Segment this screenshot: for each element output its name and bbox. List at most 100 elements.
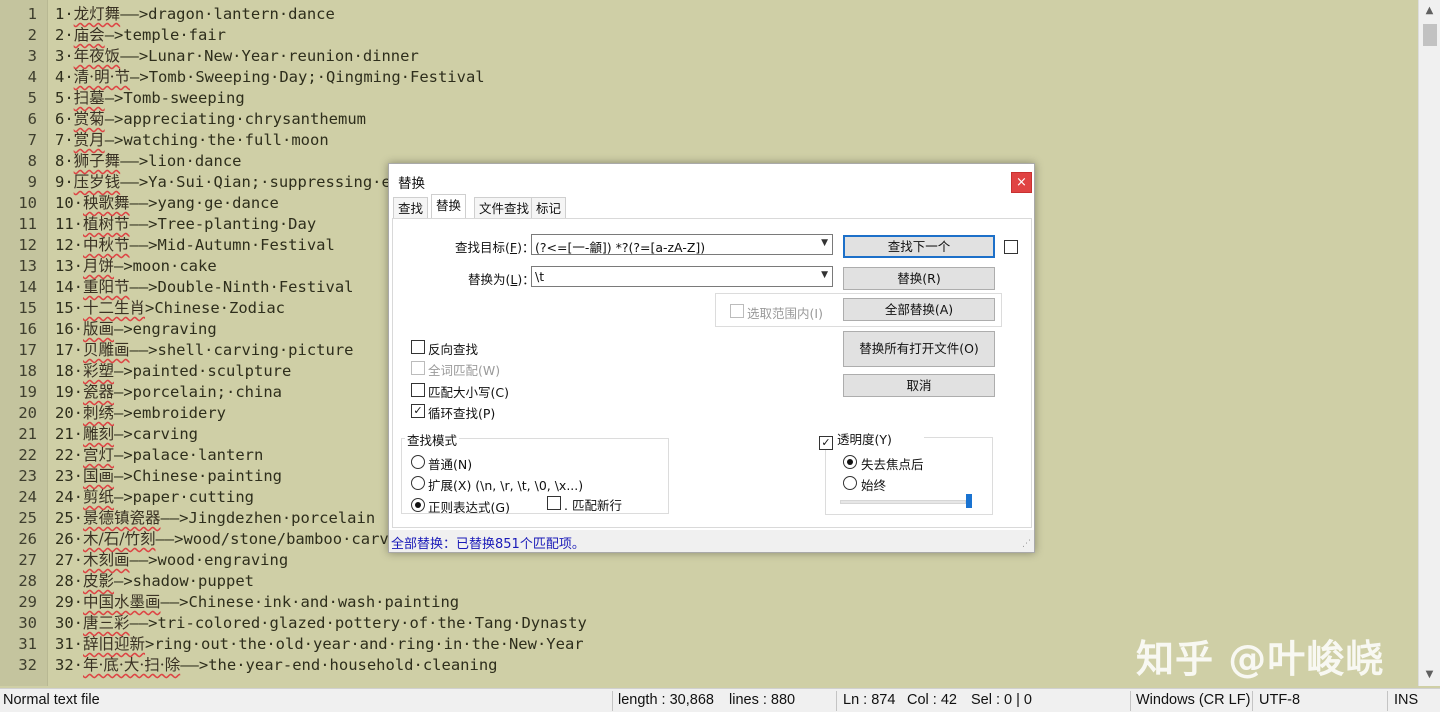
dot-matches-newline-checkbox[interactable] — [547, 496, 561, 510]
wrap-around-checkbox[interactable]: ✓ — [411, 404, 425, 418]
text-line[interactable]: 19·瓷器—>porcelain;·china — [55, 382, 282, 403]
english-translation: ——>shell·carving·picture — [129, 341, 354, 359]
dialog-title: 替换 — [398, 176, 425, 192]
text-line[interactable]: 5·扫墓—>Tomb-sweeping — [55, 88, 245, 109]
find-next-option-checkbox[interactable] — [1004, 240, 1018, 254]
line-number: 7 — [27, 131, 37, 149]
english-translation: —>Chinese·painting — [114, 467, 282, 485]
line-number: 25 — [18, 509, 37, 527]
chinese-term: 辞旧迎新 — [83, 635, 146, 653]
text-line[interactable]: 10·秧歌舞——>yang·ge·dance — [55, 193, 279, 214]
replace-all-open-docs-button[interactable]: 替换所有打开文件(O) — [843, 331, 995, 367]
text-line[interactable]: 12·中秋节——>Mid-Autumn·Festival — [55, 235, 335, 256]
replace-with-combo[interactable]: \t ▼ — [531, 266, 833, 287]
line-number: 3 — [27, 47, 37, 65]
chinese-term: 剪纸 — [83, 488, 115, 506]
line-index: 5· — [55, 89, 74, 107]
status-divider — [1387, 691, 1388, 711]
find-next-button[interactable]: 查找下一个 — [843, 235, 995, 258]
english-translation: —>shadow·puppet — [114, 572, 254, 590]
replace-with-input[interactable]: \t — [535, 269, 544, 284]
transparency-header: ✓ 透明度(Y) — [817, 429, 924, 450]
line-index: 18· — [55, 362, 83, 380]
backward-direction-checkbox[interactable] — [411, 340, 425, 354]
text-line[interactable]: 8·狮子舞——>lion·dance — [55, 151, 242, 172]
text-line[interactable]: 15·十二生肖>Chinese·Zodiac — [55, 298, 285, 319]
text-line[interactable]: 26·木/石/竹刻——>wood/stone/bamboo·carving — [55, 529, 417, 550]
text-line[interactable]: 18·彩塑—>painted·sculpture — [55, 361, 291, 382]
line-index: 3· — [55, 47, 74, 65]
line-index: 11· — [55, 215, 83, 233]
status-col: Col : 42 — [907, 692, 957, 708]
text-line[interactable]: 22·宫灯—>palace·lantern — [55, 445, 263, 466]
line-number: 12 — [18, 236, 37, 254]
search-mode-normal-radio[interactable] — [411, 455, 425, 469]
chinese-term: 十二生肖 — [83, 299, 146, 317]
text-line[interactable]: 3·年夜饭——>Lunar·New·Year·reunion·dinner — [55, 46, 419, 67]
status-ln: Ln : 874 — [843, 692, 896, 708]
replace-button[interactable]: 替换(R) — [843, 267, 995, 290]
text-line[interactable]: 27·木刻画——>wood·engraving — [55, 550, 288, 571]
search-mode-extended-radio[interactable] — [411, 476, 425, 490]
close-icon[interactable]: × — [1011, 172, 1032, 193]
chevron-down-icon[interactable]: ▼ — [821, 270, 828, 280]
find-what-combo[interactable]: (?<=[一-龥]) *?(?=[a-zA-Z]) ▼ — [531, 234, 833, 255]
chinese-term: 赏月 — [73, 131, 105, 149]
text-line[interactable]: 6·赏菊—>appreciating·chrysanthemum — [55, 109, 366, 130]
text-line[interactable]: 13·月饼—>moon·cake — [55, 256, 217, 277]
tab-mark[interactable]: 标记 — [531, 197, 567, 219]
text-line[interactable]: 21·雕刻—>carving — [55, 424, 198, 445]
text-line[interactable]: 25·景德镇瓷器——>Jingdezhen·porcelain — [55, 508, 375, 529]
scroll-up-icon[interactable]: ▲ — [1419, 2, 1440, 20]
line-index: 29· — [55, 593, 83, 611]
chinese-term: 宫灯 — [83, 446, 115, 464]
transparency-slider-thumb[interactable] — [966, 494, 972, 508]
transparency-slider-track[interactable] — [840, 500, 966, 504]
tab-find-in-files[interactable]: 文件查找 — [474, 197, 535, 219]
transparency-always-radio[interactable] — [843, 476, 857, 490]
text-line[interactable]: 7·赏月—>watching·the·full·moon — [55, 130, 329, 151]
scroll-down-icon[interactable]: ▼ — [1419, 666, 1440, 684]
line-index: 15· — [55, 299, 83, 317]
transparency-checkbox[interactable]: ✓ — [819, 436, 833, 450]
text-line[interactable]: 4·清·明·节—>Tomb·Sweeping·Day;·Qingming·Fes… — [55, 67, 485, 88]
text-line[interactable]: 2·庙会—>temple·fair — [55, 25, 226, 46]
search-mode-normal-label: 普通(N) — [428, 457, 473, 472]
status-length: length : 30,868 — [618, 692, 714, 708]
cancel-button[interactable]: 取消 — [843, 374, 995, 397]
search-mode-regex-radio[interactable] — [411, 498, 425, 512]
english-translation: ——>Double-Ninth·Festival — [129, 278, 354, 296]
text-line[interactable]: 16·版画—>engraving — [55, 319, 217, 340]
transparency-on-lose-focus-radio[interactable] — [843, 455, 857, 469]
status-encoding: UTF-8 — [1259, 692, 1301, 708]
tab-replace[interactable]: 替换 — [431, 194, 467, 219]
line-index: 17· — [55, 341, 83, 359]
whole-word-checkbox[interactable] — [411, 361, 425, 375]
in-selection-checkbox[interactable] — [730, 304, 744, 318]
text-line[interactable]: 31·辞旧迎新>ring·out·the·old·year·and·ring·i… — [55, 634, 584, 655]
english-translation: —>watching·the·full·moon — [104, 131, 329, 149]
status-divider — [1130, 691, 1131, 711]
resize-grip-icon[interactable]: ⋰ — [1022, 539, 1031, 549]
replace-all-button[interactable]: 全部替换(A) — [843, 298, 995, 321]
text-line[interactable]: 32·年·底·大·扫·除——>the·year-end·household·cl… — [55, 655, 498, 676]
text-line[interactable]: 17·贝雕画——>shell·carving·picture — [55, 340, 353, 361]
chevron-down-icon[interactable]: ▼ — [821, 238, 828, 248]
text-line[interactable]: 23·国画—>Chinese·painting — [55, 466, 282, 487]
text-line[interactable]: 14·重阳节——>Double-Ninth·Festival — [55, 277, 353, 298]
status-divider — [1252, 691, 1253, 711]
text-line[interactable]: 28·皮影—>shadow·puppet — [55, 571, 254, 592]
text-line[interactable]: 30·唐三彩——>tri-colored·glazed·pottery·of·t… — [55, 613, 587, 634]
text-line[interactable]: 24·剪纸—>paper·cutting — [55, 487, 254, 508]
text-line[interactable]: 29·中国水墨画——>Chinese·ink·and·wash·painting — [55, 592, 459, 613]
line-number: 6 — [27, 110, 37, 128]
tab-find[interactable]: 查找 — [393, 197, 429, 219]
line-number: 29 — [18, 593, 37, 611]
vertical-scrollbar[interactable]: ▲ ▼ — [1418, 0, 1440, 686]
text-line[interactable]: 1·龙灯舞——>dragon·lantern·dance — [55, 4, 335, 25]
find-what-input[interactable]: (?<=[一-龥]) *?(?=[a-zA-Z]) — [535, 237, 705, 256]
match-case-checkbox[interactable] — [411, 383, 425, 397]
scrollbar-thumb[interactable] — [1423, 24, 1437, 46]
text-line[interactable]: 11·植树节——>Tree-planting·Day — [55, 214, 316, 235]
text-line[interactable]: 20·刺绣—>embroidery — [55, 403, 226, 424]
